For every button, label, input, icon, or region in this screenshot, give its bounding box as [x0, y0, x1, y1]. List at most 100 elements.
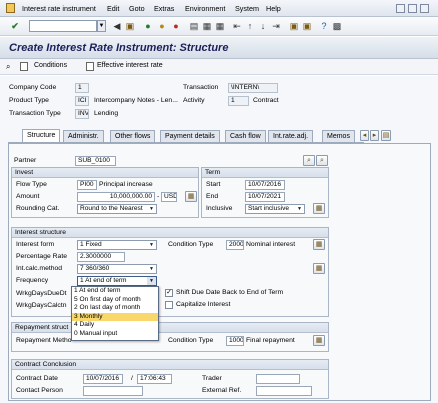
glasses-icon[interactable]: ⌕	[6, 62, 10, 71]
collapse-left-icon[interactable]: ◀	[111, 20, 123, 32]
tab-int-rate-adj[interactable]: Int.rate.adj.	[268, 130, 314, 142]
find-next-icon[interactable]: ▦	[214, 20, 226, 32]
minimize-icon[interactable]	[396, 4, 405, 13]
tab-scroll-right-icon[interactable]: ▸	[370, 130, 379, 141]
title-bar: Create Interest Rate Instrument: Structu…	[0, 37, 438, 59]
interest-form-dropdown[interactable]: 1 Fixed ▼	[77, 240, 157, 250]
transaction-type-label: Transaction Type	[9, 110, 61, 117]
exit-icon[interactable]: ●	[156, 20, 168, 32]
maximize-icon[interactable]	[408, 4, 417, 13]
transaction-field[interactable]: \INTERN\	[228, 83, 278, 93]
back-icon[interactable]: ●	[142, 20, 154, 32]
menu-environment[interactable]: Environment	[185, 4, 225, 13]
int-calc-method-dropdown[interactable]: 7 360/360 ▼	[77, 264, 157, 274]
tab-scroll-left-icon[interactable]: ◂	[360, 130, 369, 141]
partner-search-icon[interactable]: ⌕	[316, 155, 328, 166]
effective-rate-icon[interactable]	[86, 62, 94, 71]
currency-field[interactable]: USD	[161, 192, 177, 202]
contract-time-separator: /	[131, 375, 133, 382]
chevron-down-icon: ▼	[149, 242, 154, 248]
tab-payment-details[interactable]: Payment details	[160, 130, 220, 142]
company-code-field[interactable]: 1	[75, 83, 89, 93]
term-group-title: Term	[202, 168, 328, 178]
end-label: End	[206, 193, 219, 200]
contact-person-field[interactable]	[83, 386, 143, 396]
rounding-dropdown[interactable]: Round to the Nearest ▼	[77, 204, 157, 214]
inclusive-dropdown[interactable]: Start inclusive ▼	[245, 204, 305, 214]
previous-page-icon[interactable]: ↑	[244, 20, 256, 32]
interest-form-label: Interest form	[16, 241, 55, 248]
page-title: Create Interest Rate Instrument: Structu…	[9, 42, 229, 54]
command-field[interactable]	[29, 20, 97, 32]
cancel-icon[interactable]: ●	[170, 20, 182, 32]
wrkdays-due-label: WrkgDaysDueDt	[16, 290, 67, 297]
partner-field[interactable]: SUB_0100	[75, 156, 116, 166]
activity-field[interactable]: 1	[228, 96, 249, 106]
save-icon[interactable]: ▣	[124, 20, 136, 32]
shift-due-date-checkbox[interactable]: ✓	[165, 289, 173, 297]
next-page-icon[interactable]: ↓	[257, 20, 269, 32]
close-icon[interactable]	[420, 4, 429, 13]
activity-label: Activity	[183, 97, 205, 104]
external-ref-field[interactable]	[256, 386, 312, 396]
repayment-conditions-icon[interactable]: ▦	[313, 335, 325, 346]
calc-details-icon[interactable]: ▦	[313, 263, 325, 274]
chevron-down-icon: ▼	[147, 277, 156, 285]
capitalize-interest-checkbox[interactable]	[165, 301, 173, 309]
conditions-icon[interactable]	[20, 62, 28, 71]
transaction-type-field[interactable]: INV	[75, 109, 89, 119]
help-icon[interactable]: ?	[318, 20, 330, 32]
end-date-field[interactable]: 10/07/2021	[245, 192, 285, 202]
condition-type-field[interactable]: 2000	[226, 240, 244, 250]
tab-administration[interactable]: Administr.	[63, 130, 104, 142]
print-icon[interactable]: ▤	[188, 20, 200, 32]
tab-other-flows[interactable]: Other flows	[110, 130, 156, 142]
menu-help[interactable]: Help	[266, 4, 281, 13]
last-page-icon[interactable]: ⇥	[270, 20, 282, 32]
find-icon[interactable]: ▦	[201, 20, 213, 32]
contract-time-field[interactable]: 17:06:43	[137, 374, 172, 384]
partner-display-icon[interactable]: ⌕	[303, 155, 315, 166]
command-history-dropdown[interactable]: ▼	[97, 20, 106, 32]
percentage-rate-field[interactable]: 2.3000000	[77, 252, 125, 262]
first-page-icon[interactable]: ⇤	[231, 20, 243, 32]
tab-memos[interactable]: Memos	[322, 130, 355, 142]
frequency-option-selected[interactable]: 3 Monthly	[72, 312, 158, 321]
amount-label: Amount	[16, 193, 40, 200]
menu-edit[interactable]: Edit	[107, 4, 119, 13]
tab-structure[interactable]: Structure	[22, 129, 61, 142]
contract-date-field[interactable]: 10/07/2016	[83, 374, 123, 384]
repayment-condition-type-text: Final repayment	[246, 337, 295, 344]
layout-menu-icon[interactable]: ▩	[331, 20, 343, 32]
menu-system[interactable]: System	[235, 4, 259, 13]
menu-interest-rate-instrument[interactable]: Interest rate instrument	[22, 4, 96, 13]
interest-conditions-icon[interactable]: ▦	[313, 239, 325, 250]
frequency-dropdown[interactable]: 1 At end of term ▼	[77, 276, 157, 286]
enter-check-icon[interactable]: ✔	[9, 20, 21, 32]
sap-menu-icon[interactable]	[6, 3, 15, 13]
trader-field[interactable]	[256, 374, 300, 384]
menu-goto[interactable]: Goto	[129, 4, 145, 13]
tab-list-icon[interactable]: ▤	[381, 130, 391, 141]
frequency-option[interactable]: 1 At end of term	[72, 287, 158, 296]
frequency-option[interactable]: 4 Daily	[72, 321, 158, 330]
company-code-label: Company Code	[9, 84, 57, 91]
calculator-icon[interactable]: ▦	[185, 191, 197, 202]
start-date-field[interactable]: 10/07/2016	[245, 180, 285, 190]
shortcut-icon[interactable]: ▣	[301, 20, 313, 32]
menu-extras[interactable]: Extras	[154, 4, 174, 13]
frequency-option[interactable]: 5 On first day of month	[72, 296, 158, 305]
term-details-icon[interactable]: ▦	[313, 203, 325, 214]
product-type-field[interactable]: ICI	[75, 96, 89, 106]
effective-interest-rate-button[interactable]: Effective interest rate	[97, 62, 163, 69]
amount-field[interactable]: 10,000,000.00	[77, 192, 155, 202]
conditions-button[interactable]: Conditions	[34, 62, 67, 69]
flow-type-field[interactable]: PI00	[77, 180, 97, 190]
frequency-value: 1 At end of term	[80, 277, 127, 284]
frequency-option[interactable]: 2 On last day of month	[72, 304, 158, 313]
frequency-option[interactable]: 0 Manual input	[72, 330, 158, 339]
new-session-icon[interactable]: ▣	[288, 20, 300, 32]
repayment-condition-type-field[interactable]: 1000	[226, 336, 244, 346]
partner-label: Partner	[14, 157, 37, 164]
tab-cash-flow[interactable]: Cash flow	[225, 130, 266, 142]
